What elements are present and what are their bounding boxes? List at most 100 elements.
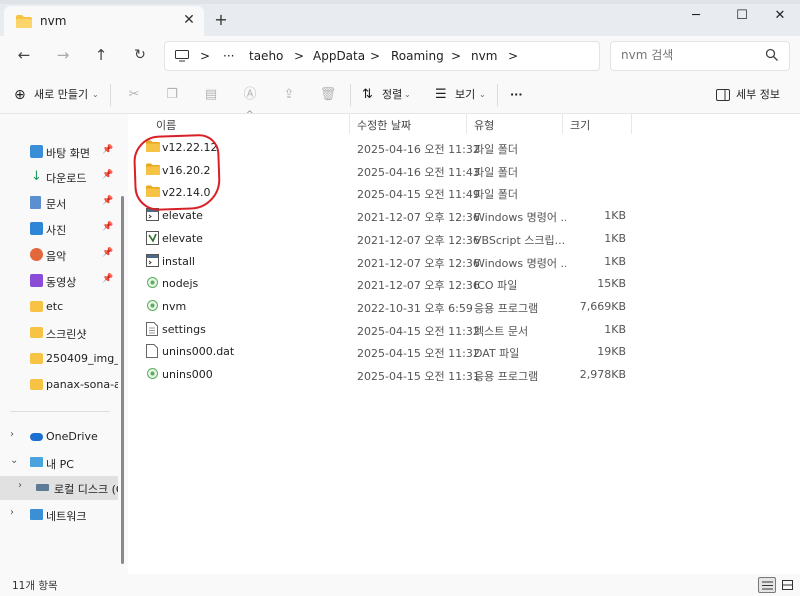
file-modified: 2025-04-16 오전 11:43 xyxy=(357,165,480,179)
tab-close-icon[interactable]: ✕ xyxy=(180,12,198,28)
breadcrumb-item[interactable]: AppData xyxy=(313,49,365,63)
close-window-button[interactable]: ✕ xyxy=(760,6,800,28)
monitor-icon xyxy=(175,50,189,62)
column-header-name[interactable]: 이름 xyxy=(156,117,176,133)
address-bar[interactable]: > ··· taeho > AppData > Roaming > nvm > xyxy=(164,41,600,71)
video-icon xyxy=(30,274,43,287)
file-modified: 2021-12-07 오후 12:36 xyxy=(357,279,480,293)
nav-scrollbar-thumb[interactable] xyxy=(121,196,124,564)
file-row[interactable]: nvm 2022-10-31 오후 6:59 응용 프로그램 7,669KB xyxy=(130,295,630,318)
file-type: ICO 파일 xyxy=(474,279,518,293)
breadcrumb-more[interactable]: ··· xyxy=(223,49,234,63)
file-row[interactable]: unins000.dat 2025-04-15 오전 11:32 DAT 파일 19K… xyxy=(130,340,630,363)
sidebar-item-label: 로컬 디스크 (C xyxy=(54,483,118,496)
maximize-button[interactable]: ☐ xyxy=(722,6,762,28)
sidebar-item-250409-img-v2[interactable]: 250409_img_v2 xyxy=(0,347,118,371)
sidebar-item-label: 바탕 화면 xyxy=(46,147,90,160)
column-header-type[interactable]: 유형 xyxy=(474,117,494,133)
sidebar-item-label: 동영상 xyxy=(46,276,77,289)
file-modified: 2025-04-16 오전 11:32 xyxy=(357,143,480,156)
divider xyxy=(10,411,110,412)
file-type: 텍스트 문서 xyxy=(474,324,529,338)
file-row[interactable]: elevate 2021-12-07 오후 12:36 VBScript 스크립..… xyxy=(130,227,630,250)
view-button[interactable]: ☰ 보기 ⌄ xyxy=(435,85,495,105)
file-row[interactable]: unins000 2025-04-15 오전 11:31 응용 프로그램 2,978K… xyxy=(130,363,630,386)
tab-nvm[interactable]: nvm ✕ xyxy=(4,6,204,36)
tiles-view-icon xyxy=(782,580,793,590)
sidebar-item-pictures[interactable]: 사진 📌 xyxy=(0,217,118,241)
new-button[interactable]: ⊕ 새로 만들기 ⌄ xyxy=(14,85,104,105)
sidebar-item-etc[interactable]: etc xyxy=(0,295,118,319)
text-file-icon xyxy=(146,321,160,336)
column-divider[interactable] xyxy=(562,114,563,134)
command-bar: ⊕ 새로 만들기 ⌄ ✂ ❐ ▤ Ⓐ ⇪ 🗑 ⇅ 정렬 ⌄ ☰ 보기 ⌄ ···… xyxy=(0,76,800,114)
file-modified: 2025-04-15 오전 11:49 xyxy=(357,188,480,202)
chevron-down-icon: ⌄ xyxy=(404,90,411,99)
cloud-icon xyxy=(30,433,43,441)
breadcrumb-item[interactable]: Roaming xyxy=(391,49,444,63)
file-row[interactable]: settings 2025-04-15 오전 11:32 텍스트 문서 1KB xyxy=(130,318,630,341)
minimize-button[interactable]: ─ xyxy=(676,6,716,28)
file-row[interactable]: install 2021-12-07 오후 12:36 Windows 명령어 ..… xyxy=(130,250,630,273)
file-modified: 2021-12-07 오후 12:36 xyxy=(357,256,480,270)
sidebar-item-downloads[interactable]: ↓ 다운로드 📌 xyxy=(0,165,118,189)
column-header-modified[interactable]: 수정한 날짜 xyxy=(357,117,411,133)
sidebar-item-label: 음악 xyxy=(46,250,67,263)
details-view-button[interactable] xyxy=(758,577,776,593)
column-divider[interactable] xyxy=(349,114,350,134)
file-size: 7,669KB xyxy=(579,299,626,313)
file-type: DAT 파일 xyxy=(474,347,520,361)
breadcrumb-item[interactable]: nvm xyxy=(471,49,497,63)
drive-icon xyxy=(36,484,49,491)
plus-circle-icon: ⊕ xyxy=(14,87,26,103)
file-type: 파일 폴더 xyxy=(474,165,518,179)
new-tab-button[interactable]: + xyxy=(210,10,232,29)
details-label: 세부 정보 xyxy=(736,88,780,101)
copy-icon[interactable]: ❐ xyxy=(162,85,182,105)
column-divider[interactable] xyxy=(631,114,632,134)
file-row[interactable]: elevate 2021-12-07 오후 12:36 Windows 명령어 ..… xyxy=(130,204,630,227)
file-type: Windows 명령어 ... xyxy=(474,256,566,270)
column-header-size[interactable]: 크기 xyxy=(570,117,590,133)
sidebar-item-desktop[interactable]: 바탕 화면 📌 xyxy=(0,140,118,164)
file-modified: 2025-04-15 오전 11:32 xyxy=(357,324,480,338)
sidebar-item-network[interactable]: › 네트워크 xyxy=(0,503,118,527)
rename-icon[interactable]: Ⓐ xyxy=(240,85,260,105)
paste-icon[interactable]: ▤ xyxy=(201,85,221,105)
folder-icon xyxy=(30,379,43,390)
sidebar-item-documents[interactable]: 문서 📌 xyxy=(0,191,118,215)
file-size: 1KB xyxy=(604,254,626,268)
file-type: 파일 폴더 xyxy=(474,143,518,156)
dat-file-icon xyxy=(146,344,160,359)
breadcrumb-item[interactable]: taeho xyxy=(249,49,283,63)
cut-icon[interactable]: ✂ xyxy=(124,85,144,105)
file-modified: 2021-12-07 오후 12:36 xyxy=(357,233,480,247)
refresh-icon[interactable]: ↻ xyxy=(128,45,152,67)
sidebar-item-videos[interactable]: 동영상 📌 xyxy=(0,269,118,293)
breadcrumb-separator: > xyxy=(451,49,462,63)
file-row[interactable]: nodejs 2021-12-07 오후 12:36 ICO 파일 15KB xyxy=(130,272,630,295)
delete-icon[interactable]: 🗑 xyxy=(318,85,338,105)
sort-button[interactable]: ⇅ 정렬 ⌄ xyxy=(362,85,422,105)
navigation-pane: 바탕 화면 📌 ↓ 다운로드 📌 문서 📌 사진 📌 음악 📌 동영상 📌 et… xyxy=(0,114,118,574)
sidebar-item-onedrive[interactable]: › OneDrive xyxy=(0,425,118,449)
share-icon[interactable]: ⇪ xyxy=(279,85,299,105)
column-divider[interactable] xyxy=(466,114,467,134)
sidebar-item-local-disk[interactable]: › 로컬 디스크 (C xyxy=(0,476,118,500)
sidebar-item-panax-sona-api[interactable]: panax-sona-api xyxy=(0,373,118,397)
sidebar-item-music[interactable]: 음악 📌 xyxy=(0,243,118,267)
sidebar-item-label: 250409_img_v2 xyxy=(46,352,118,365)
forward-icon[interactable]: → xyxy=(51,45,75,67)
tiles-view-button[interactable] xyxy=(779,577,797,593)
new-label: 새로 만들기 xyxy=(34,88,89,101)
chevron-down-icon: ⌄ xyxy=(92,90,99,99)
sidebar-item-screenshots[interactable]: 스크린샷 xyxy=(0,321,118,345)
search-box[interactable] xyxy=(610,41,790,71)
back-icon[interactable]: ← xyxy=(12,45,36,67)
sidebar-item-this-pc[interactable]: ⌄ 내 PC xyxy=(0,451,118,475)
more-options-button[interactable]: ··· xyxy=(510,85,523,105)
search-input[interactable] xyxy=(621,48,761,62)
pc-icon xyxy=(30,457,43,467)
up-icon[interactable]: ↑ xyxy=(89,45,113,67)
details-pane-button[interactable]: 세부 정보 xyxy=(716,85,796,105)
